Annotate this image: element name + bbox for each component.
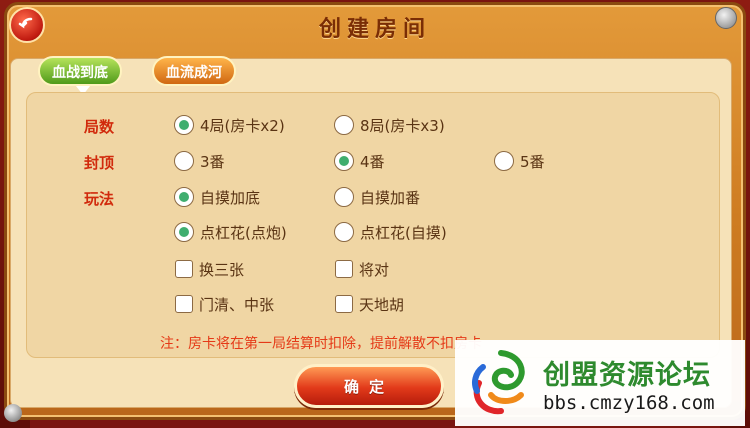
radio-icon xyxy=(174,187,194,207)
option-rounds-8[interactable]: 8局(房卡x3) xyxy=(334,113,445,137)
option-label: 天地胡 xyxy=(359,295,405,314)
watermark-title: 创盟资源论坛 xyxy=(543,359,711,391)
option-label: 门清、中张 xyxy=(199,295,275,314)
option-label: 3番 xyxy=(200,152,225,171)
title-bar: 创建房间 xyxy=(7,5,743,49)
checkbox-icon xyxy=(335,295,353,313)
radio-icon xyxy=(494,151,514,171)
confirm-button[interactable]: 确定 xyxy=(294,364,444,408)
rounds-label: 局数 xyxy=(84,118,115,136)
radio-icon xyxy=(174,222,194,242)
option-label: 将对 xyxy=(359,260,390,279)
option-tiandihu[interactable]: 天地胡 xyxy=(335,292,404,316)
option-menqing-zhongzhang[interactable]: 门清、中张 xyxy=(175,292,274,316)
option-label: 5番 xyxy=(520,152,545,171)
play-label: 玩法 xyxy=(84,190,115,208)
watermark: 创盟资源论坛 bbs.cmzy168.com xyxy=(455,340,745,426)
option-zimo-jiadi[interactable]: 自摸加底 xyxy=(174,185,260,209)
back-arrow-icon xyxy=(18,17,33,29)
option-jiang-dui[interactable]: 将对 xyxy=(335,257,389,281)
radio-icon xyxy=(174,115,194,135)
option-rounds-4[interactable]: 4局(房卡x2) xyxy=(174,113,285,137)
option-cap-3[interactable]: 3番 xyxy=(174,149,225,173)
option-label: 换三张 xyxy=(199,260,245,279)
checkbox-icon xyxy=(175,260,193,278)
option-label: 自摸加番 xyxy=(360,188,421,207)
option-label: 4局(房卡x2) xyxy=(200,116,285,135)
radio-icon xyxy=(334,187,354,207)
option-huan-san-zhang[interactable]: 换三张 xyxy=(175,257,244,281)
tab-xueliu[interactable]: 血流成河 xyxy=(152,56,236,86)
room-card-note: 注：房卡将在第一局结算时扣除，提前解散不扣房卡 xyxy=(160,336,482,352)
radio-icon xyxy=(334,115,354,135)
option-label: 自摸加底 xyxy=(200,188,261,207)
close-knob-icon xyxy=(715,7,737,29)
corner-knob-icon xyxy=(4,404,22,422)
option-kong-dianpao[interactable]: 点杠花(点炮) xyxy=(174,220,287,244)
option-label: 点杠花(自摸) xyxy=(360,223,447,242)
watermark-logo-icon xyxy=(472,350,525,415)
radio-icon xyxy=(334,222,354,242)
option-kong-zimo[interactable]: 点杠花(自摸) xyxy=(334,220,447,244)
confirm-label: 确定 xyxy=(343,377,394,396)
checkbox-icon xyxy=(175,295,193,313)
radio-icon xyxy=(334,151,354,171)
tab-xuezhan[interactable]: 血战到底 xyxy=(38,56,122,86)
watermark-text: 创盟资源论坛 bbs.cmzy168.com xyxy=(543,353,715,414)
dialog-title: 创建房间 xyxy=(318,17,431,42)
option-cap-4[interactable]: 4番 xyxy=(334,149,385,173)
back-button[interactable] xyxy=(9,7,45,43)
radio-icon xyxy=(174,151,194,171)
watermark-url: bbs.cmzy168.com xyxy=(543,391,715,414)
checkbox-icon xyxy=(335,260,353,278)
option-label: 点杠花(点炮) xyxy=(200,223,287,242)
option-label: 8局(房卡x3) xyxy=(360,116,445,135)
option-zimo-jiafan[interactable]: 自摸加番 xyxy=(334,185,420,209)
cap-label: 封顶 xyxy=(84,154,115,172)
option-cap-5[interactable]: 5番 xyxy=(494,149,545,173)
option-label: 4番 xyxy=(360,152,385,171)
